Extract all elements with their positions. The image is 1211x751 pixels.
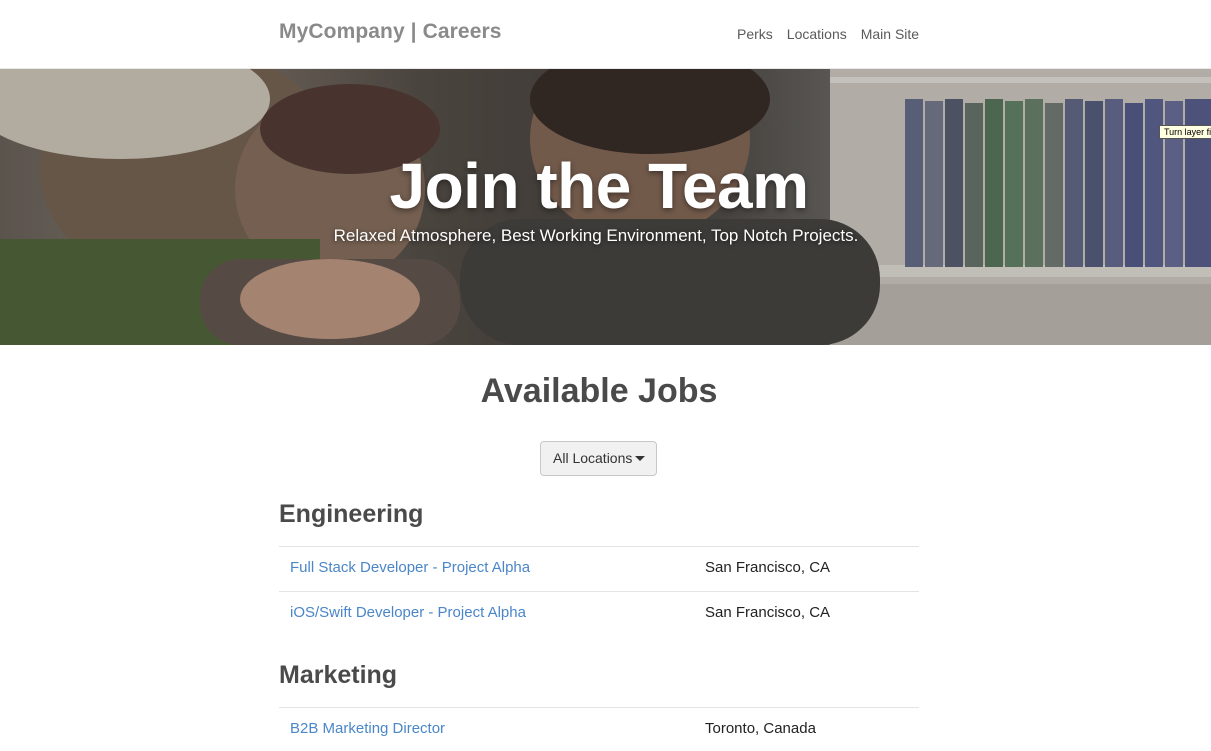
department-title: Marketing — [279, 661, 398, 689]
page-title: Available Jobs — [480, 372, 718, 410]
department-engineering: Engineering Full Stack Developer - Proje… — [279, 500, 919, 636]
job-link[interactable]: Full Stack Developer - Project Alpha — [290, 559, 530, 576]
job-location: Toronto, Canada — [705, 720, 816, 737]
job-location: San Francisco, CA — [705, 559, 831, 576]
caret-down-icon — [635, 456, 645, 461]
table-row: iOS/Swift Developer - Project Alpha San … — [279, 591, 919, 636]
location-filter-label: All Locations — [553, 450, 633, 466]
table-row: B2B Marketing Director Toronto, Canada — [279, 707, 919, 751]
tooltip: Turn layer fi — [1159, 125, 1211, 139]
job-location: San Francisco, CA — [705, 604, 831, 621]
brand-logo-link[interactable]: MyCompany | Careers — [279, 20, 502, 44]
nav-link-main-site[interactable]: Main Site — [861, 26, 919, 42]
job-link[interactable]: iOS/Swift Developer - Project Alpha — [290, 604, 526, 621]
table-row: Full Stack Developer - Project Alpha San… — [279, 546, 919, 591]
nav-links: Perks Locations Main Site — [737, 26, 919, 42]
department-marketing: Marketing B2B Marketing Director Toronto… — [279, 661, 919, 751]
hero-title: Join the Team — [389, 150, 809, 222]
navbar: MyCompany | Careers Perks Locations Main… — [0, 0, 1211, 69]
hero-banner: Join the Team Relaxed Atmosphere, Best W… — [0, 69, 1211, 345]
location-filter-dropdown[interactable]: All Locations — [540, 441, 657, 476]
hero-subtitle: Relaxed Atmosphere, Best Working Environ… — [333, 226, 859, 245]
nav-link-perks[interactable]: Perks — [737, 26, 773, 42]
job-link[interactable]: B2B Marketing Director — [290, 720, 445, 737]
department-title: Engineering — [279, 500, 424, 528]
nav-link-locations[interactable]: Locations — [787, 26, 847, 42]
